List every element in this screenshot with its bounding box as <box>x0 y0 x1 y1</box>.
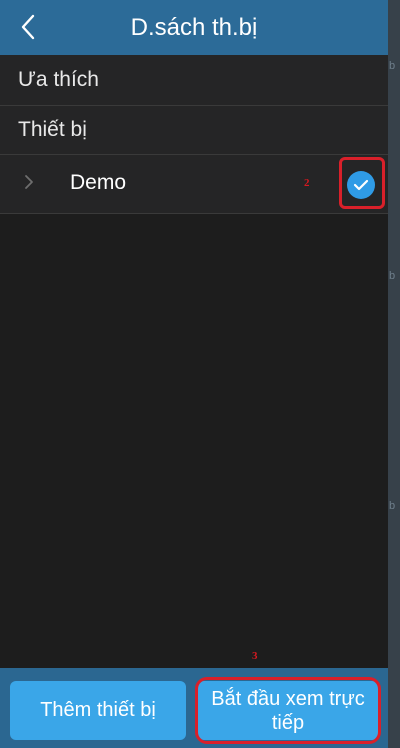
add-device-button[interactable]: Thêm thiết bị <box>10 681 186 740</box>
device-list-screen: D.sách th.bị Ưa thích Thiết bị Demo 2 3 … <box>0 0 388 748</box>
edge-text: b <box>389 270 396 282</box>
back-button[interactable] <box>10 8 46 46</box>
list-item-devices[interactable]: Thiết bị <box>0 106 388 155</box>
chevron-left-icon <box>21 14 35 40</box>
page-title: D.sách th.bị <box>130 14 258 41</box>
annotation-step-2: 2 <box>304 177 310 189</box>
devices-label: Thiết bị <box>18 118 87 141</box>
favorites-label: Ưa thích <box>18 68 99 91</box>
phone-screen: b b b D.sách th.bị Ưa thích Thiết bị Dem… <box>0 0 400 748</box>
device-name: Demo <box>70 171 127 194</box>
chevron-right-icon[interactable] <box>24 174 34 195</box>
header-bar: D.sách th.bị <box>0 0 388 55</box>
check-icon <box>353 179 369 191</box>
edge-text: b <box>389 500 396 512</box>
edge-text: b <box>389 60 396 72</box>
device-row-demo[interactable]: Demo 2 <box>0 155 388 214</box>
background-app-edge: b b b <box>388 0 400 748</box>
list-item-favorites[interactable]: Ưa thích <box>0 55 388 106</box>
device-select-checkbox[interactable] <box>347 171 375 199</box>
annotation-step-3: 3 <box>252 650 258 662</box>
start-live-view-button[interactable]: Bắt đầu xem trực tiếp <box>198 681 378 740</box>
